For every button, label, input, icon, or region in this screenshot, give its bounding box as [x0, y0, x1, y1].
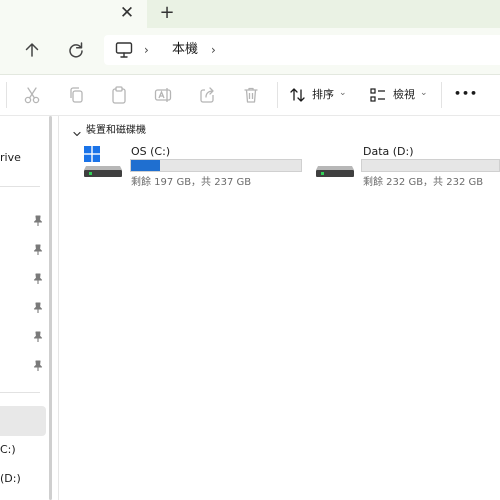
cut-icon[interactable] [22, 85, 42, 105]
up-button[interactable] [20, 38, 44, 62]
paste-icon[interactable] [109, 85, 129, 105]
pane-divider[interactable] [58, 116, 59, 500]
sidebar-scrollbar[interactable] [49, 116, 52, 500]
hard-drive-icon [83, 162, 123, 178]
sidebar-item-drive-c[interactable]: C:) [0, 443, 16, 457]
view-label: 檢視 [393, 88, 415, 101]
new-tab-button[interactable]: + [156, 2, 178, 24]
pin-icon [33, 328, 43, 342]
rename-icon[interactable] [153, 85, 173, 105]
sidebar-divider [0, 392, 40, 393]
refresh-icon [69, 42, 83, 58]
view-dropdown-chevron-icon: ⌄ [420, 88, 428, 98]
chevron-down-icon[interactable] [72, 124, 82, 143]
close-tab-button[interactable]: ✕ [116, 2, 138, 24]
hard-drive-icon [315, 162, 355, 178]
more-options-button[interactable]: ••• [454, 87, 478, 101]
pin-icon [33, 357, 43, 371]
storage-usage-fill [131, 160, 160, 171]
arrow-up-icon [25, 43, 39, 57]
sort-label: 排序 [312, 88, 334, 101]
breadcrumb-this-pc[interactable]: 本機 [172, 41, 198, 59]
delete-icon[interactable] [241, 85, 261, 105]
sort-icon [288, 85, 308, 105]
sidebar-divider [0, 186, 40, 187]
toolbar-separator [277, 82, 278, 108]
sort-dropdown-chevron-icon: ⌄ [339, 88, 347, 98]
drive-name: OS (C:) [131, 145, 171, 158]
view-icon [368, 85, 388, 105]
refresh-button[interactable] [64, 38, 88, 62]
storage-usage-bar [130, 159, 302, 172]
breadcrumb-chevron[interactable]: › [144, 42, 149, 58]
sidebar-item-drive-d[interactable]: (D:) [0, 472, 21, 486]
sidebar-item-onedrive[interactable]: rive [0, 151, 21, 165]
breadcrumb-chevron[interactable]: › [211, 42, 216, 58]
monitor-icon [114, 40, 134, 60]
drive-space-text: 剩餘 197 GB，共 237 GB [131, 177, 252, 188]
pin-icon [33, 241, 43, 255]
share-icon[interactable] [197, 85, 217, 105]
pin-icon [33, 212, 43, 226]
copy-icon[interactable] [66, 85, 86, 105]
toolbar-separator [6, 82, 7, 108]
drive-space-text: 剩餘 232 GB，共 232 GB [363, 177, 484, 188]
toolbar-separator [441, 82, 442, 108]
windows-logo-icon [84, 146, 100, 162]
drive-name: Data (D:) [363, 145, 414, 158]
pin-icon [33, 299, 43, 313]
pin-icon [33, 270, 43, 284]
storage-usage-bar [361, 159, 500, 172]
address-bar[interactable] [104, 35, 500, 65]
sidebar-item-this-pc[interactable] [0, 406, 46, 436]
group-header[interactable]: 裝置和磁碟機 [86, 124, 146, 137]
